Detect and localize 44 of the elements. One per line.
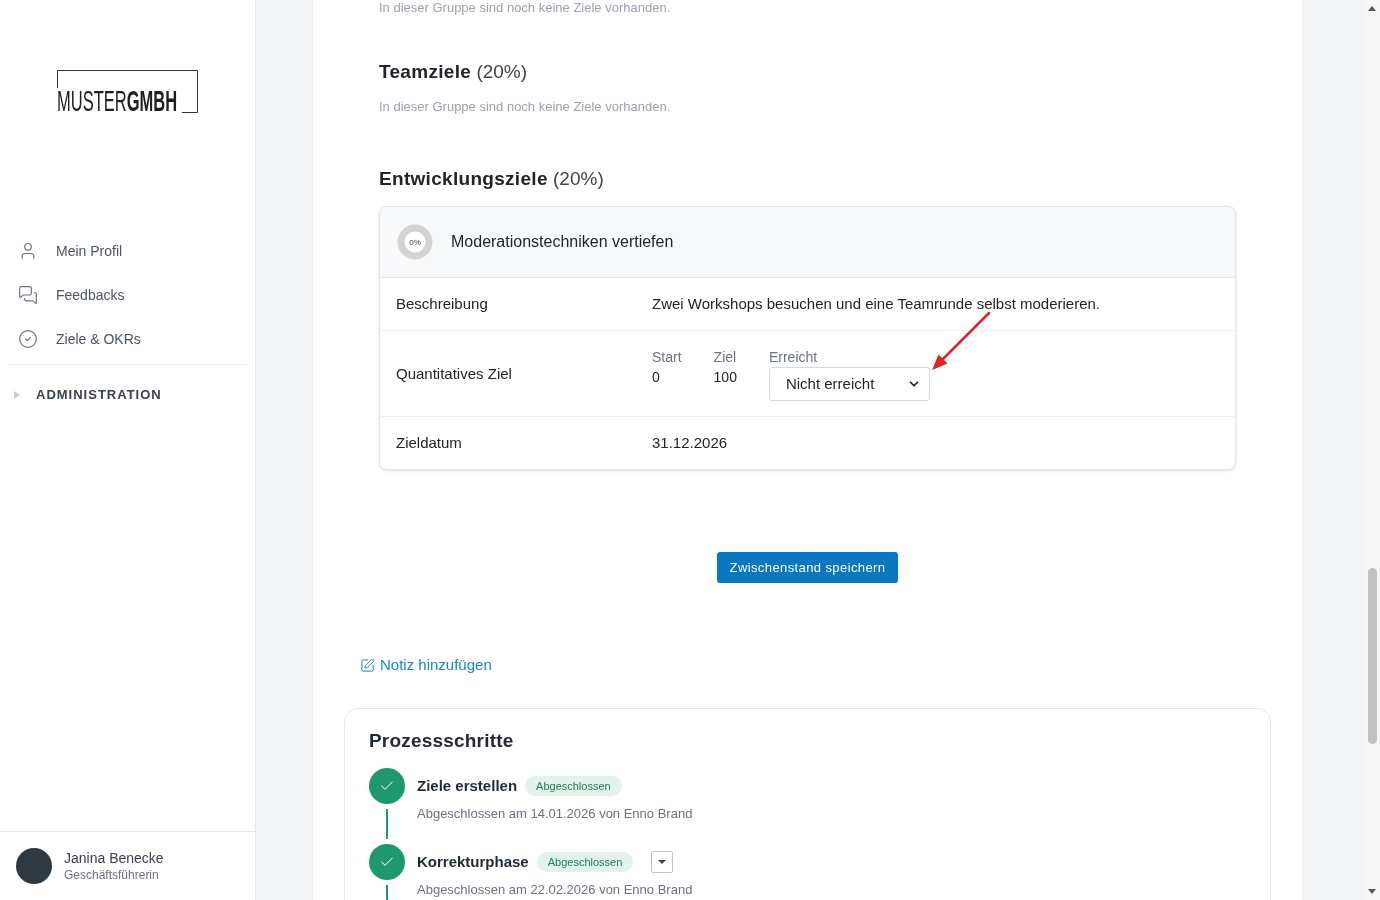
step-menu-button[interactable] bbox=[651, 851, 674, 873]
progress-percent: 0% bbox=[409, 237, 421, 247]
goal-title: Moderationstechniken vertiefen bbox=[451, 232, 674, 252]
row-label: Quantitatives Ziel bbox=[396, 364, 513, 384]
row-value: Zwei Workshops besuchen und eine Teamrunde selbst moderieren. bbox=[652, 294, 1102, 314]
row-value: 31.12.2026 bbox=[652, 433, 729, 453]
timeline-connector bbox=[386, 809, 388, 839]
scroll-up-icon[interactable] bbox=[1368, 6, 1376, 11]
status-badge: Abgeschlossen bbox=[525, 776, 622, 796]
section-toggle[interactable]: ADMINISTRATION bbox=[0, 373, 255, 417]
step-note: Abgeschlossen am 14.01.2026 von Enno Brand bbox=[417, 806, 693, 822]
scroll-down-icon[interactable] bbox=[1368, 889, 1376, 894]
add-note-link[interactable]: Notiz hinzufügen bbox=[360, 655, 492, 675]
company-logo: MUSTERGMBH bbox=[57, 70, 198, 113]
user-name: Janina Benecke bbox=[64, 849, 164, 867]
user-role: Geschäftsführerin bbox=[64, 867, 160, 883]
group-heading: Teamziele (20%) bbox=[379, 60, 529, 84]
process-title: Prozessschritte bbox=[369, 729, 515, 753]
avatar bbox=[16, 848, 52, 884]
save-button[interactable]: Zwischenstand speichern bbox=[716, 552, 899, 583]
field-value: 0 bbox=[652, 368, 661, 387]
scrollbar-thumb[interactable] bbox=[1368, 568, 1377, 744]
step-title: Korrekturphase bbox=[417, 851, 529, 872]
group-heading: Entwicklungsziele (20%) bbox=[379, 167, 605, 191]
status-badge: Abgeschlossen bbox=[536, 852, 634, 872]
field-label: Ziel bbox=[713, 348, 737, 367]
annotation-arrow bbox=[929, 311, 991, 373]
field-value: 100 bbox=[713, 368, 737, 387]
chat-bubbles-icon bbox=[18, 285, 38, 305]
nav-item[interactable]: Ziele & OKRs bbox=[0, 317, 255, 361]
check-circle-icon bbox=[18, 329, 38, 349]
field-label: Start bbox=[652, 348, 682, 367]
empty-group-note: In dieser Gruppe sind noch keine Ziele vorhanden. bbox=[379, 0, 672, 16]
nav-item[interactable]: Mein Profil bbox=[0, 229, 255, 273]
field-label: Erreicht bbox=[768, 348, 819, 367]
nav-item[interactable]: Feedbacks bbox=[0, 273, 255, 317]
edit-icon bbox=[360, 657, 375, 673]
row-label: Beschreibung bbox=[396, 294, 489, 314]
caret-down-icon bbox=[658, 860, 667, 864]
step-title: Ziele erstellen bbox=[417, 775, 518, 796]
row-label: Zieldatum bbox=[396, 433, 463, 453]
status-select[interactable]: Nicht erreicht bbox=[768, 367, 930, 401]
step-note: Abgeschlossen am 22.02.2026 von Enno Brand bbox=[417, 882, 693, 898]
empty-group-note: In dieser Gruppe sind noch keine Ziele vorhanden. bbox=[379, 98, 672, 116]
